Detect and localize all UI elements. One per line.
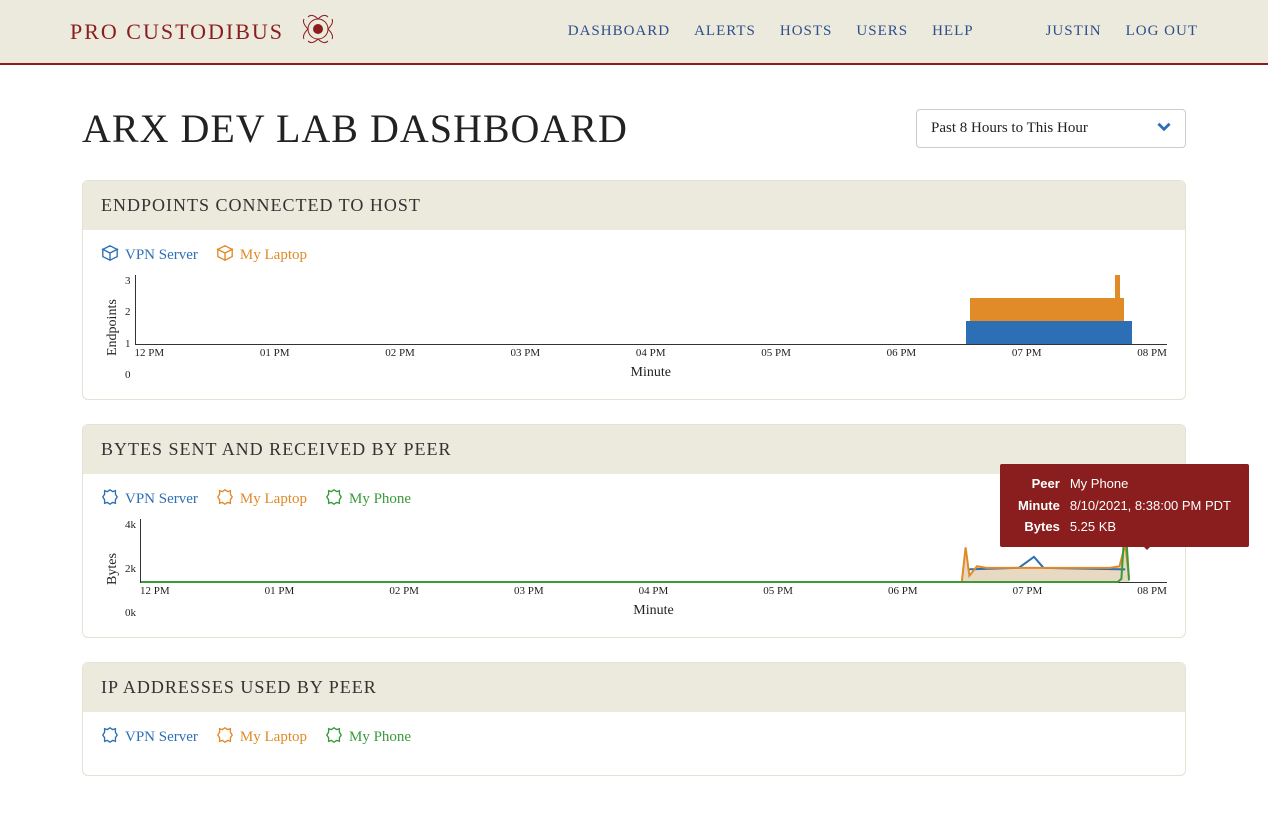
panel-endpoints-title: ENDPOINTS CONNECTED TO HOST bbox=[83, 181, 1185, 230]
cube-icon bbox=[216, 244, 234, 267]
panel-bytes: BYTES SENT AND RECEIVED BY PEER VPN Serv… bbox=[82, 424, 1186, 638]
y-axis-label: Bytes bbox=[101, 519, 125, 619]
endpoints-chart: Endpoints 3210 12 PM01 PM02 PM03 PM04 PM… bbox=[101, 275, 1167, 381]
brand-text: PRO CUSTODIBUS bbox=[70, 19, 284, 45]
brand[interactable]: PRO CUSTODIBUS bbox=[70, 9, 338, 54]
badge-icon bbox=[216, 726, 234, 749]
tooltip-minute-value: 8/10/2021, 8:38:00 PM PDT bbox=[1066, 496, 1235, 516]
main-content: ARX DEV LAB DASHBOARD Past 8 Hours to Th… bbox=[0, 65, 1268, 776]
tooltip-minute-label: Minute bbox=[1014, 496, 1064, 516]
panel-endpoints: ENDPOINTS CONNECTED TO HOST VPN Server M… bbox=[82, 180, 1186, 400]
brand-logo-icon bbox=[298, 9, 338, 54]
legend-label: VPN Server bbox=[125, 729, 198, 746]
page-title: ARX DEV LAB DASHBOARD bbox=[82, 105, 628, 152]
top-bar: PRO CUSTODIBUS DASHBOARD ALERTS HOSTS US… bbox=[0, 0, 1268, 65]
legend-label: My Laptop bbox=[240, 729, 307, 746]
nav-hosts[interactable]: HOSTS bbox=[780, 23, 833, 40]
y-axis-ticks: 3210 bbox=[125, 275, 135, 381]
title-row: ARX DEV LAB DASHBOARD Past 8 Hours to Th… bbox=[82, 105, 1186, 152]
legend-label: VPN Server bbox=[125, 247, 198, 264]
nav-alerts[interactable]: ALERTS bbox=[694, 23, 756, 40]
chart-tooltip: PeerMy Phone Minute8/10/2021, 8:38:00 PM… bbox=[1000, 464, 1249, 547]
legend-vpn-server[interactable]: VPN Server bbox=[101, 488, 198, 511]
endpoints-legend: VPN Server My Laptop bbox=[101, 244, 1167, 267]
legend-vpn-server[interactable]: VPN Server bbox=[101, 244, 198, 267]
time-range-select[interactable]: Past 8 Hours to This Hour bbox=[916, 109, 1186, 148]
ips-legend: VPN Server My Laptop My Phone bbox=[101, 726, 1167, 749]
legend-label: My Phone bbox=[349, 729, 411, 746]
badge-icon bbox=[101, 488, 119, 511]
tooltip-bytes-label: Bytes bbox=[1014, 517, 1064, 537]
legend-my-phone[interactable]: My Phone bbox=[325, 488, 411, 511]
chevron-down-icon bbox=[1157, 119, 1171, 138]
legend-my-phone[interactable]: My Phone bbox=[325, 726, 411, 749]
tooltip-peer-value: My Phone bbox=[1066, 474, 1235, 494]
x-axis-ticks: 12 PM01 PM02 PM03 PM04 PM05 PM06 PM07 PM… bbox=[140, 583, 1167, 597]
legend-my-laptop[interactable]: My Laptop bbox=[216, 488, 307, 511]
legend-label: My Phone bbox=[349, 491, 411, 508]
panel-ips-title: IP ADDRESSES USED BY PEER bbox=[83, 663, 1185, 712]
nav-current-user[interactable]: JUSTIN bbox=[1046, 23, 1102, 40]
tooltip-bytes-value: 5.25 KB bbox=[1066, 517, 1235, 537]
legend-vpn-server[interactable]: VPN Server bbox=[101, 726, 198, 749]
nav-spacer bbox=[998, 23, 1022, 40]
main-nav: DASHBOARD ALERTS HOSTS USERS HELP JUSTIN… bbox=[568, 23, 1198, 40]
time-range-value: Past 8 Hours to This Hour bbox=[931, 120, 1088, 136]
nav-help[interactable]: HELP bbox=[932, 23, 974, 40]
badge-icon bbox=[325, 726, 343, 749]
panel-ips: IP ADDRESSES USED BY PEER VPN Server My … bbox=[82, 662, 1186, 776]
badge-icon bbox=[325, 488, 343, 511]
legend-label: My Laptop bbox=[240, 247, 307, 264]
legend-label: VPN Server bbox=[125, 491, 198, 508]
nav-logout[interactable]: LOG OUT bbox=[1126, 23, 1198, 40]
badge-icon bbox=[216, 488, 234, 511]
legend-my-laptop[interactable]: My Laptop bbox=[216, 244, 307, 267]
legend-my-laptop[interactable]: My Laptop bbox=[216, 726, 307, 749]
y-axis-ticks: 4k2k0k bbox=[125, 519, 140, 619]
legend-label: My Laptop bbox=[240, 491, 307, 508]
tooltip-peer-label: Peer bbox=[1014, 474, 1064, 494]
x-axis-ticks: 12 PM01 PM02 PM03 PM04 PM05 PM06 PM07 PM… bbox=[135, 345, 1168, 359]
x-axis-label: Minute bbox=[140, 603, 1167, 619]
cube-icon bbox=[101, 244, 119, 267]
badge-icon bbox=[101, 726, 119, 749]
nav-users[interactable]: USERS bbox=[856, 23, 908, 40]
endpoints-plot[interactable] bbox=[135, 275, 1168, 345]
y-axis-label: Endpoints bbox=[101, 275, 125, 381]
nav-dashboard[interactable]: DASHBOARD bbox=[568, 23, 670, 40]
x-axis-label: Minute bbox=[135, 365, 1168, 381]
